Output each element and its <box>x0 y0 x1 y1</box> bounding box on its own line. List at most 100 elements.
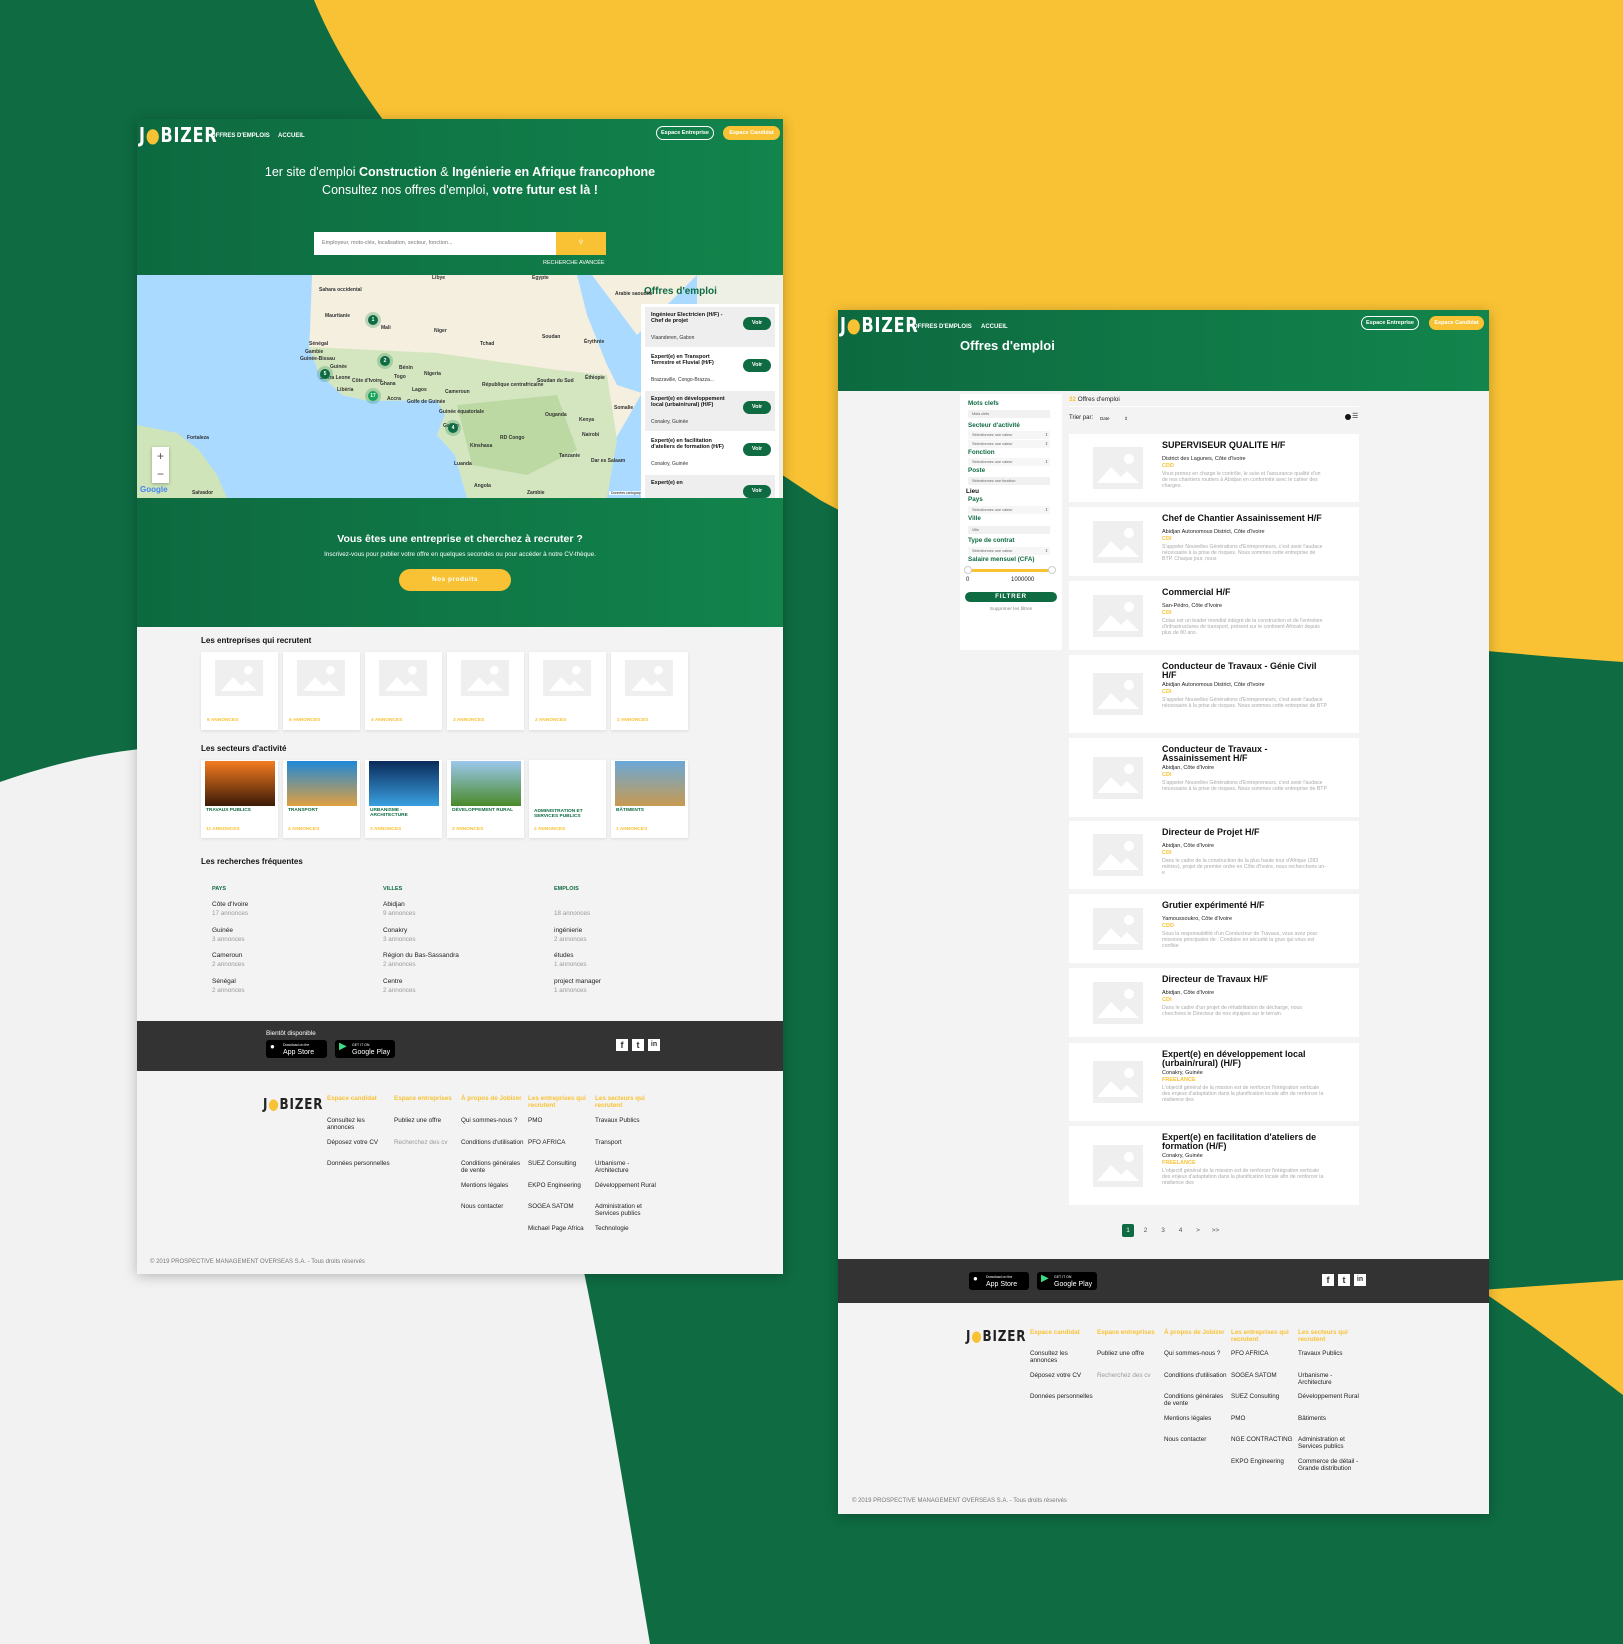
job-title[interactable]: Expert(e) en facilitation d'ateliers de … <box>1162 1133 1332 1151</box>
pays-select[interactable]: Sélectionnez une valeur ⇕ <box>968 506 1050 514</box>
mots-clefs-input[interactable]: Mots clefs <box>968 410 1050 418</box>
map-cluster-count[interactable]: 1 <box>368 315 378 325</box>
job-card[interactable]: Conducteur de Travaux - Assainissement H… <box>1069 738 1359 817</box>
twitter-icon[interactable]: t <box>1338 1274 1350 1286</box>
map-cluster-count[interactable]: 5 <box>320 369 330 379</box>
twitter-icon[interactable]: t <box>632 1039 644 1051</box>
frequent-search-link[interactable]: Côte d'Ivoire <box>212 901 248 908</box>
map-job-item[interactable]: Expert(e) en Transport Terrestre et Fluv… <box>645 349 775 389</box>
google-play-badge[interactable]: ▶ GET IT ON Google Play <box>1037 1272 1097 1290</box>
footer-link[interactable]: Bâtiments <box>1298 1415 1362 1422</box>
map-cluster-count[interactable]: 4 <box>448 423 458 433</box>
footer-link[interactable]: Données personnelles <box>1030 1393 1094 1400</box>
footer-link[interactable]: SUEZ Consulting <box>1231 1393 1295 1400</box>
footer-link[interactable]: Développement Rural <box>595 1182 659 1189</box>
footer-link[interactable]: Recherchez des cv <box>1097 1372 1161 1379</box>
pagination-page[interactable]: 2 <box>1140 1224 1152 1237</box>
map-view-icon[interactable] <box>1345 414 1351 420</box>
sector-card[interactable]: URBANISME - ARCHITECTURE 3 ANNONCES <box>365 760 442 838</box>
footer-link[interactable]: Urbanisme - Architecture <box>595 1160 659 1174</box>
ville-input[interactable]: Ville <box>968 526 1050 534</box>
logo[interactable]: J●BIZER <box>840 313 919 337</box>
filter-button[interactable]: FILTRER <box>965 592 1057 602</box>
map-job-item[interactable]: Ingénieur Electricien (H/F) - Chef de pr… <box>645 307 775 347</box>
linkedin-icon[interactable]: in <box>1354 1274 1366 1286</box>
pagination-page[interactable]: 4 <box>1175 1224 1187 1237</box>
job-card[interactable]: Directeur de Projet H/F Abidjan, Côte d'I… <box>1069 821 1359 889</box>
footer-link[interactable]: Nous contacter <box>1164 1436 1228 1443</box>
job-card[interactable]: Expert(e) en facilitation d'ateliers de … <box>1069 1126 1359 1205</box>
espace-entreprise-button[interactable]: Espace Entreprise <box>1361 316 1419 330</box>
footer-link[interactable]: Nous contacter <box>461 1203 525 1210</box>
sector-card[interactable]: TRAVAUX PUBLICS 11 ANNONCES <box>201 760 278 838</box>
zoom-out-button[interactable]: − <box>152 465 169 483</box>
frequent-search-link[interactable]: ingénierie <box>554 927 582 934</box>
voir-button[interactable]: Voir <box>743 485 771 498</box>
sector-card[interactable]: TRANSPORT 4 ANNONCES <box>283 760 360 838</box>
footer-link[interactable]: Conditions générales de vente <box>461 1160 525 1174</box>
footer-logo[interactable]: J●BIZER <box>966 1327 1026 1345</box>
zoom-in-button[interactable]: + <box>152 447 169 465</box>
footer-link[interactable]: Transport <box>595 1139 659 1146</box>
job-title[interactable]: Conducteur de Travaux - Assainissement H… <box>1162 745 1332 763</box>
job-title[interactable]: Directeur de Projet H/F <box>1162 828 1332 837</box>
google-play-badge[interactable]: ▶ GET IT ON Google Play <box>335 1040 395 1058</box>
footer-link[interactable]: Consultez les annonces <box>327 1117 391 1131</box>
frequent-search-link[interactable]: Sénégal <box>212 978 236 985</box>
clear-filters-link[interactable]: Supprimer les filtres <box>960 607 1062 612</box>
job-card[interactable]: Conducteur de Travaux - Génie Civil H/F A… <box>1069 655 1359 733</box>
company-card[interactable]: 3 ANNONCES <box>447 652 524 730</box>
footer-link[interactable]: Michael Page Africa <box>528 1225 592 1232</box>
footer-link[interactable]: Travaux Publics <box>595 1117 659 1124</box>
footer-link[interactable]: Déposez votre CV <box>1030 1372 1094 1379</box>
job-title[interactable]: Chef de Chantier Assainissement H/F <box>1162 514 1332 523</box>
job-title[interactable]: Commercial H/F <box>1162 588 1332 597</box>
footer-link[interactable]: Consultez les annonces <box>1030 1350 1094 1364</box>
map-job-item[interactable]: Expert(e) en facilitation d'ateliers de … <box>645 433 775 473</box>
job-title[interactable]: Expert(e) en développement local (urbain… <box>1162 1050 1332 1068</box>
map[interactable]: + − Google Données cartographiques ©2019… <box>137 275 783 498</box>
voir-button[interactable]: Voir <box>743 401 771 414</box>
nav-offres[interactable]: OFFRES D'EMPLOIS <box>913 324 972 330</box>
footer-link[interactable]: PFO AFRICA <box>528 1139 592 1146</box>
footer-link[interactable]: Recherchez des cv <box>394 1139 458 1146</box>
footer-link[interactable]: Publiez une offre <box>394 1117 458 1124</box>
job-card[interactable]: Commercial H/F San-Pédro, Côte d'Ivoire CD… <box>1069 581 1359 650</box>
frequent-search-link[interactable]: Région du Bas-Sassandra <box>383 952 459 959</box>
nav-offres[interactable]: OFFRES D'EMPLOIS <box>211 133 270 139</box>
job-card[interactable]: Grutier expérimenté H/F Yamoussoukro, Côt… <box>1069 894 1359 963</box>
pagination-page[interactable]: 1 <box>1122 1224 1134 1237</box>
frequent-search-link[interactable]: études <box>554 952 574 959</box>
footer-link[interactable]: PFO AFRICA <box>1231 1350 1295 1357</box>
footer-link[interactable]: Développement Rural <box>1298 1393 1362 1400</box>
company-card[interactable]: 2 ANNONCES <box>611 652 688 730</box>
espace-entreprise-button[interactable]: Espace Entreprise <box>656 126 714 140</box>
footer-link[interactable]: Travaux Publics <box>1298 1350 1362 1357</box>
job-card[interactable]: SUPERVISEUR QUALITE H/F District des Lagu… <box>1069 434 1359 502</box>
secteur-select-1[interactable]: Sélectionnez une valeur ⇕ <box>968 431 1050 439</box>
frequent-search-link[interactable]: Conakry <box>383 927 407 934</box>
nav-accueil[interactable]: ACCUEIL <box>981 324 1008 330</box>
sector-card[interactable]: BÂTIMENTS 1 ANNONCES <box>611 760 688 838</box>
company-card[interactable]: 4 ANNONCES <box>365 652 442 730</box>
footer-link[interactable]: Qui sommes-nous ? <box>461 1117 525 1124</box>
company-card[interactable]: 6 ANNONCES <box>201 652 278 730</box>
pagination-page[interactable]: >> <box>1210 1224 1222 1237</box>
app-store-badge[interactable]: ● Download on the App Store <box>266 1040 327 1058</box>
frequent-search-link[interactable]: Centre <box>383 978 403 985</box>
frequent-search-link[interactable]: Cameroun <box>212 952 242 959</box>
job-card[interactable]: Chef de Chantier Assainissement H/F Abidj… <box>1069 507 1359 576</box>
footer-link[interactable]: EKPO Engineering <box>528 1182 592 1189</box>
advanced-search-link[interactable]: RECHERCHE AVANCÉE <box>543 260 605 266</box>
frequent-search-link[interactable]: Abidjan <box>383 901 405 908</box>
footer-link[interactable]: PMO <box>528 1117 592 1124</box>
voir-button[interactable]: Voir <box>743 359 771 372</box>
nos-produits-button[interactable]: Nos produits <box>399 569 511 591</box>
search-button[interactable]: ⚲ <box>556 232 606 255</box>
espace-candidat-button[interactable]: Espace Candidat <box>1429 316 1484 330</box>
frequent-search-link[interactable]: project manager <box>554 978 601 985</box>
job-card[interactable]: Directeur de Travaux H/F Abidjan, Côte d'… <box>1069 968 1359 1037</box>
map-job-item[interactable]: Expert(e) en développement local (urbain… <box>645 391 775 431</box>
voir-button[interactable]: Voir <box>743 317 771 330</box>
footer-link[interactable]: Commerce de détail - Grande distribution <box>1298 1458 1362 1472</box>
